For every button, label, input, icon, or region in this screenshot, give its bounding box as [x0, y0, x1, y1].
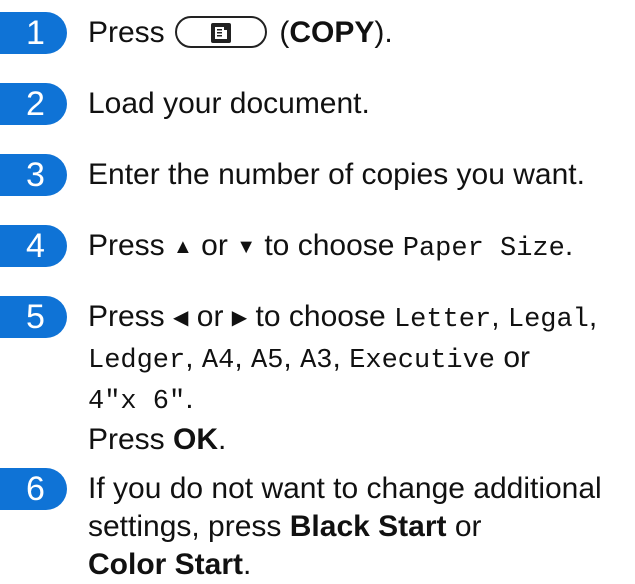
settings-press: settings, press	[88, 510, 282, 543]
or-word: or	[454, 510, 482, 543]
ok-label: OK	[173, 423, 219, 456]
step-5-line-4: Press OK.	[88, 421, 597, 459]
copy-icon	[211, 23, 232, 44]
step-6-line-2: settings, press Black Start or	[88, 508, 602, 546]
color-start-label: Color Start	[88, 548, 244, 581]
step-1-text: Press (COPY).	[88, 14, 393, 52]
step-5-line-3: 4"x 6".	[88, 380, 597, 421]
option-4x6: 4"x 6"	[88, 387, 186, 417]
option-a5: A5	[251, 346, 284, 376]
step-6-text: If you do not want to change additional …	[88, 470, 602, 584]
or-word: or	[503, 341, 531, 374]
option-letter: Letter	[393, 305, 492, 335]
option-ledger: Ledger	[88, 346, 186, 376]
step-number-badge: 2	[0, 83, 67, 125]
press-word: Press	[88, 423, 165, 456]
step-2-text: Load your document.	[88, 87, 370, 120]
comma: ,	[185, 341, 194, 374]
press-word: Press	[88, 229, 165, 262]
left-arrow-icon: ◀	[173, 307, 189, 329]
to-choose: to choose	[264, 229, 395, 262]
comma: ,	[332, 341, 341, 374]
step-number-badge: 1	[0, 12, 67, 54]
step-5-line-1: Press ◀ or ▶ to choose Letter, Legal,	[88, 298, 597, 339]
copy-label: COPY	[289, 16, 375, 49]
comma: ,	[234, 341, 243, 374]
option-legal: Legal	[507, 305, 589, 335]
right-arrow-icon: ▶	[231, 307, 248, 329]
comma: ,	[491, 300, 500, 333]
option-a3: A3	[300, 346, 333, 376]
or-word: or	[196, 300, 224, 333]
period: .	[243, 548, 252, 581]
press-word: Press	[88, 300, 165, 333]
step-number-badge: 6	[0, 468, 67, 510]
period: .	[218, 423, 227, 456]
step-4-text: Press ▲ or ▼ to choose Paper Size.	[88, 227, 573, 268]
close-paren: ).	[374, 16, 393, 49]
copy-button	[175, 16, 268, 49]
period: .	[564, 229, 574, 262]
step-number-badge: 3	[0, 154, 67, 196]
step-3-text: Enter the number of copies you want.	[88, 158, 585, 191]
step-number-badge: 4	[0, 225, 67, 267]
to-choose: to choose	[255, 300, 386, 333]
comma: ,	[588, 300, 598, 333]
or-word: or	[201, 229, 228, 262]
black-start-label: Black Start	[289, 510, 447, 543]
period: .	[185, 382, 194, 415]
comma: ,	[283, 341, 292, 374]
up-arrow-icon: ▲	[173, 236, 193, 258]
option-a4: A4	[201, 346, 235, 376]
step-6-line-1: If you do not want to change additional	[88, 472, 602, 505]
option-executive: Executive	[349, 346, 496, 376]
step-6-line-3: Color Start.	[88, 546, 602, 584]
open-paren: (	[279, 16, 290, 49]
down-arrow-icon: ▼	[236, 236, 256, 258]
step-5-text: Press ◀ or ▶ to choose Letter, Legal, Le…	[88, 298, 597, 459]
menu-item-paper-size: Paper Size	[402, 234, 565, 264]
step-5-line-2: Ledger, A4, A5, A3, Executive or	[88, 339, 597, 380]
press-word: Press	[88, 16, 165, 49]
step-number-badge: 5	[0, 296, 67, 338]
